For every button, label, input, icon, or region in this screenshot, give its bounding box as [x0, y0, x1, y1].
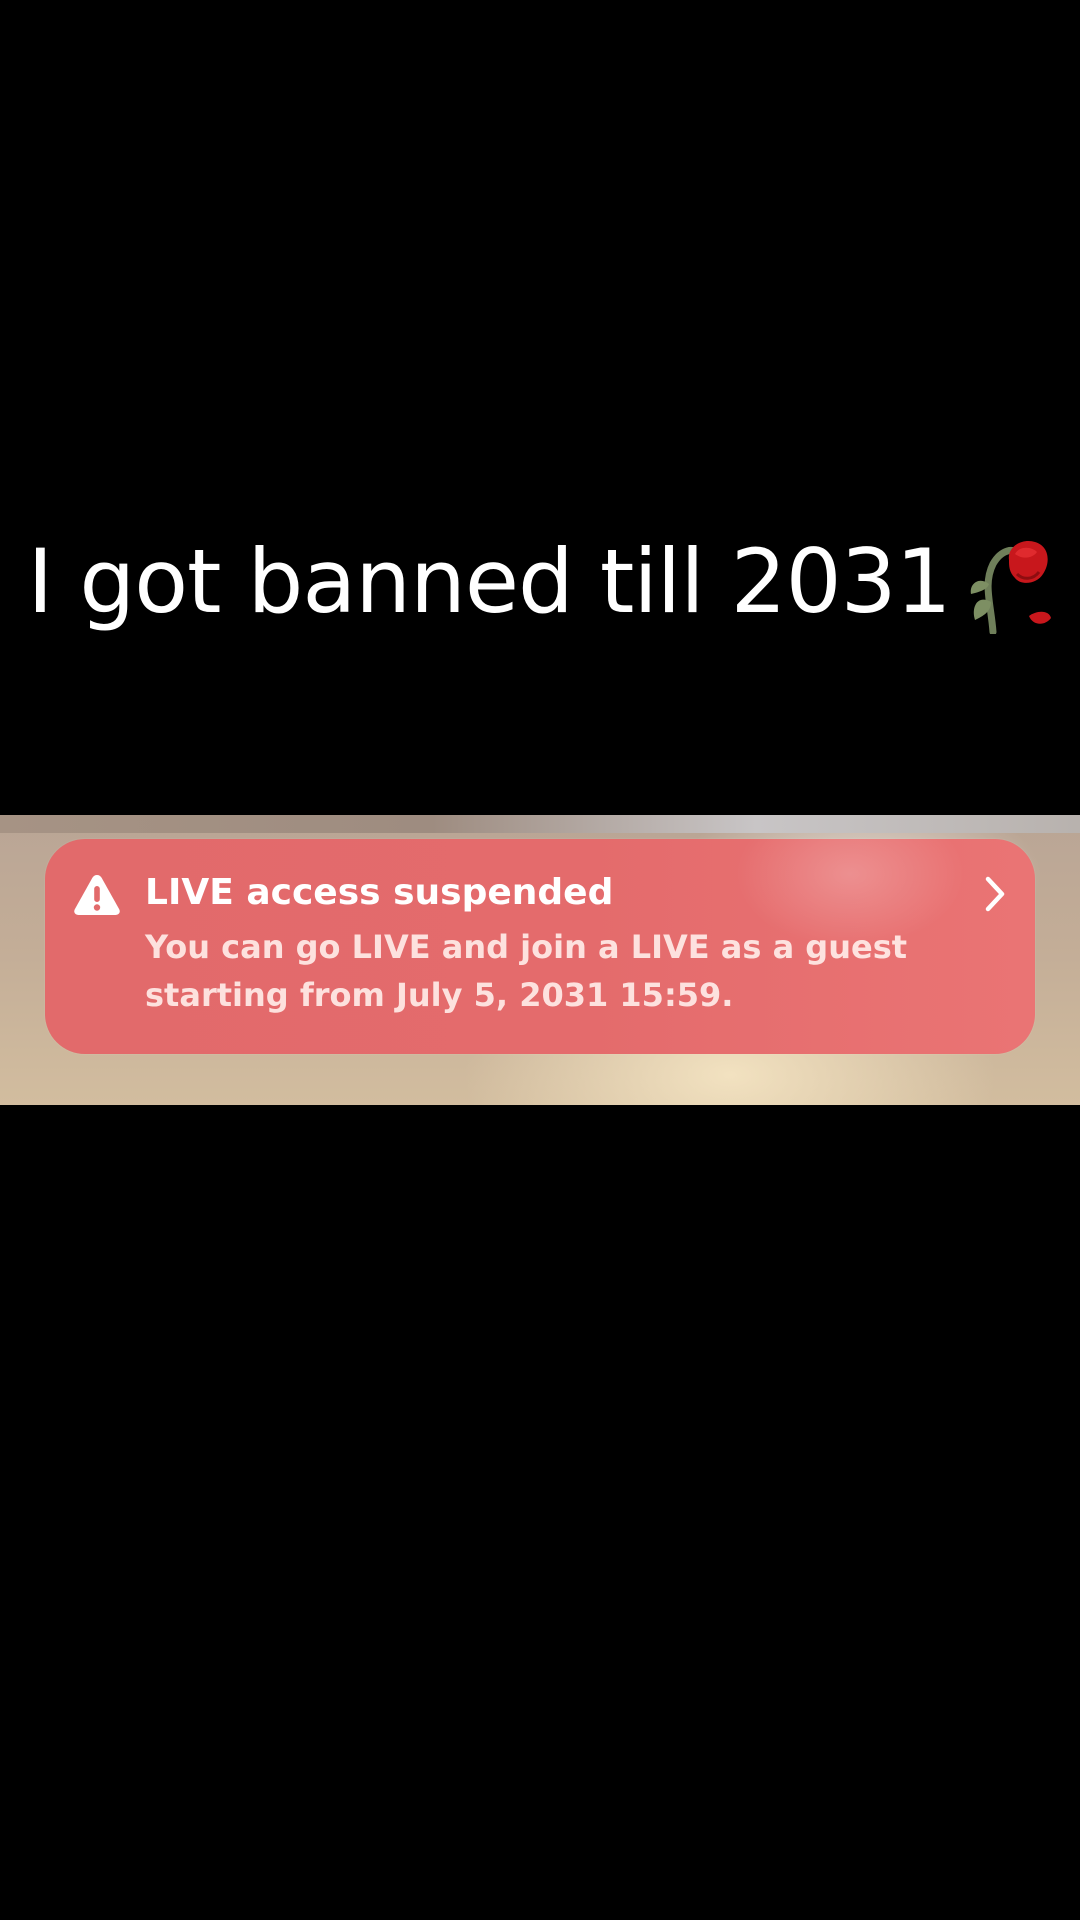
video-caption: I got banned till 2031	[0, 522, 1080, 642]
caption-text: I got banned till 2031	[27, 530, 951, 633]
warning-triangle-icon	[73, 873, 121, 917]
suspension-screenshot: LIVE access suspended You can go LIVE an…	[0, 815, 1080, 1105]
live-suspended-banner[interactable]: LIVE access suspended You can go LIVE an…	[45, 839, 1035, 1054]
background-photo-edge	[0, 815, 1080, 833]
banner-message: You can go LIVE and join a LIVE as a gue…	[145, 928, 908, 1014]
wilted-rose-icon	[953, 524, 1053, 636]
banner-title: LIVE access suspended	[145, 872, 614, 913]
chevron-right-icon[interactable]	[980, 871, 1010, 917]
